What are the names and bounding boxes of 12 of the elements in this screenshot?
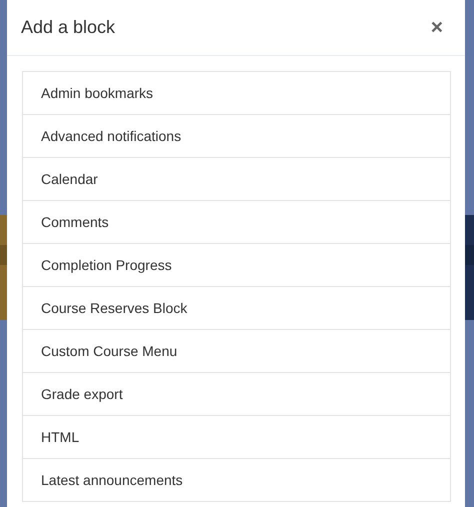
block-option[interactable]: Custom Course Menu — [23, 330, 450, 373]
block-option[interactable]: Admin bookmarks — [23, 72, 450, 115]
close-button[interactable]: × — [430, 17, 443, 38]
block-option[interactable]: Latest announcements — [23, 459, 450, 502]
block-option[interactable]: Course Reserves Block — [23, 287, 450, 330]
block-option[interactable]: Grade export — [23, 373, 450, 416]
block-option[interactable]: HTML — [23, 416, 450, 459]
block-option[interactable]: Advanced notifications — [23, 115, 450, 158]
block-option[interactable]: Comments — [23, 201, 450, 244]
dialog-title: Add a block — [21, 17, 116, 38]
block-option[interactable]: Calendar — [23, 158, 450, 201]
block-option[interactable]: Completion Progress — [23, 244, 450, 287]
